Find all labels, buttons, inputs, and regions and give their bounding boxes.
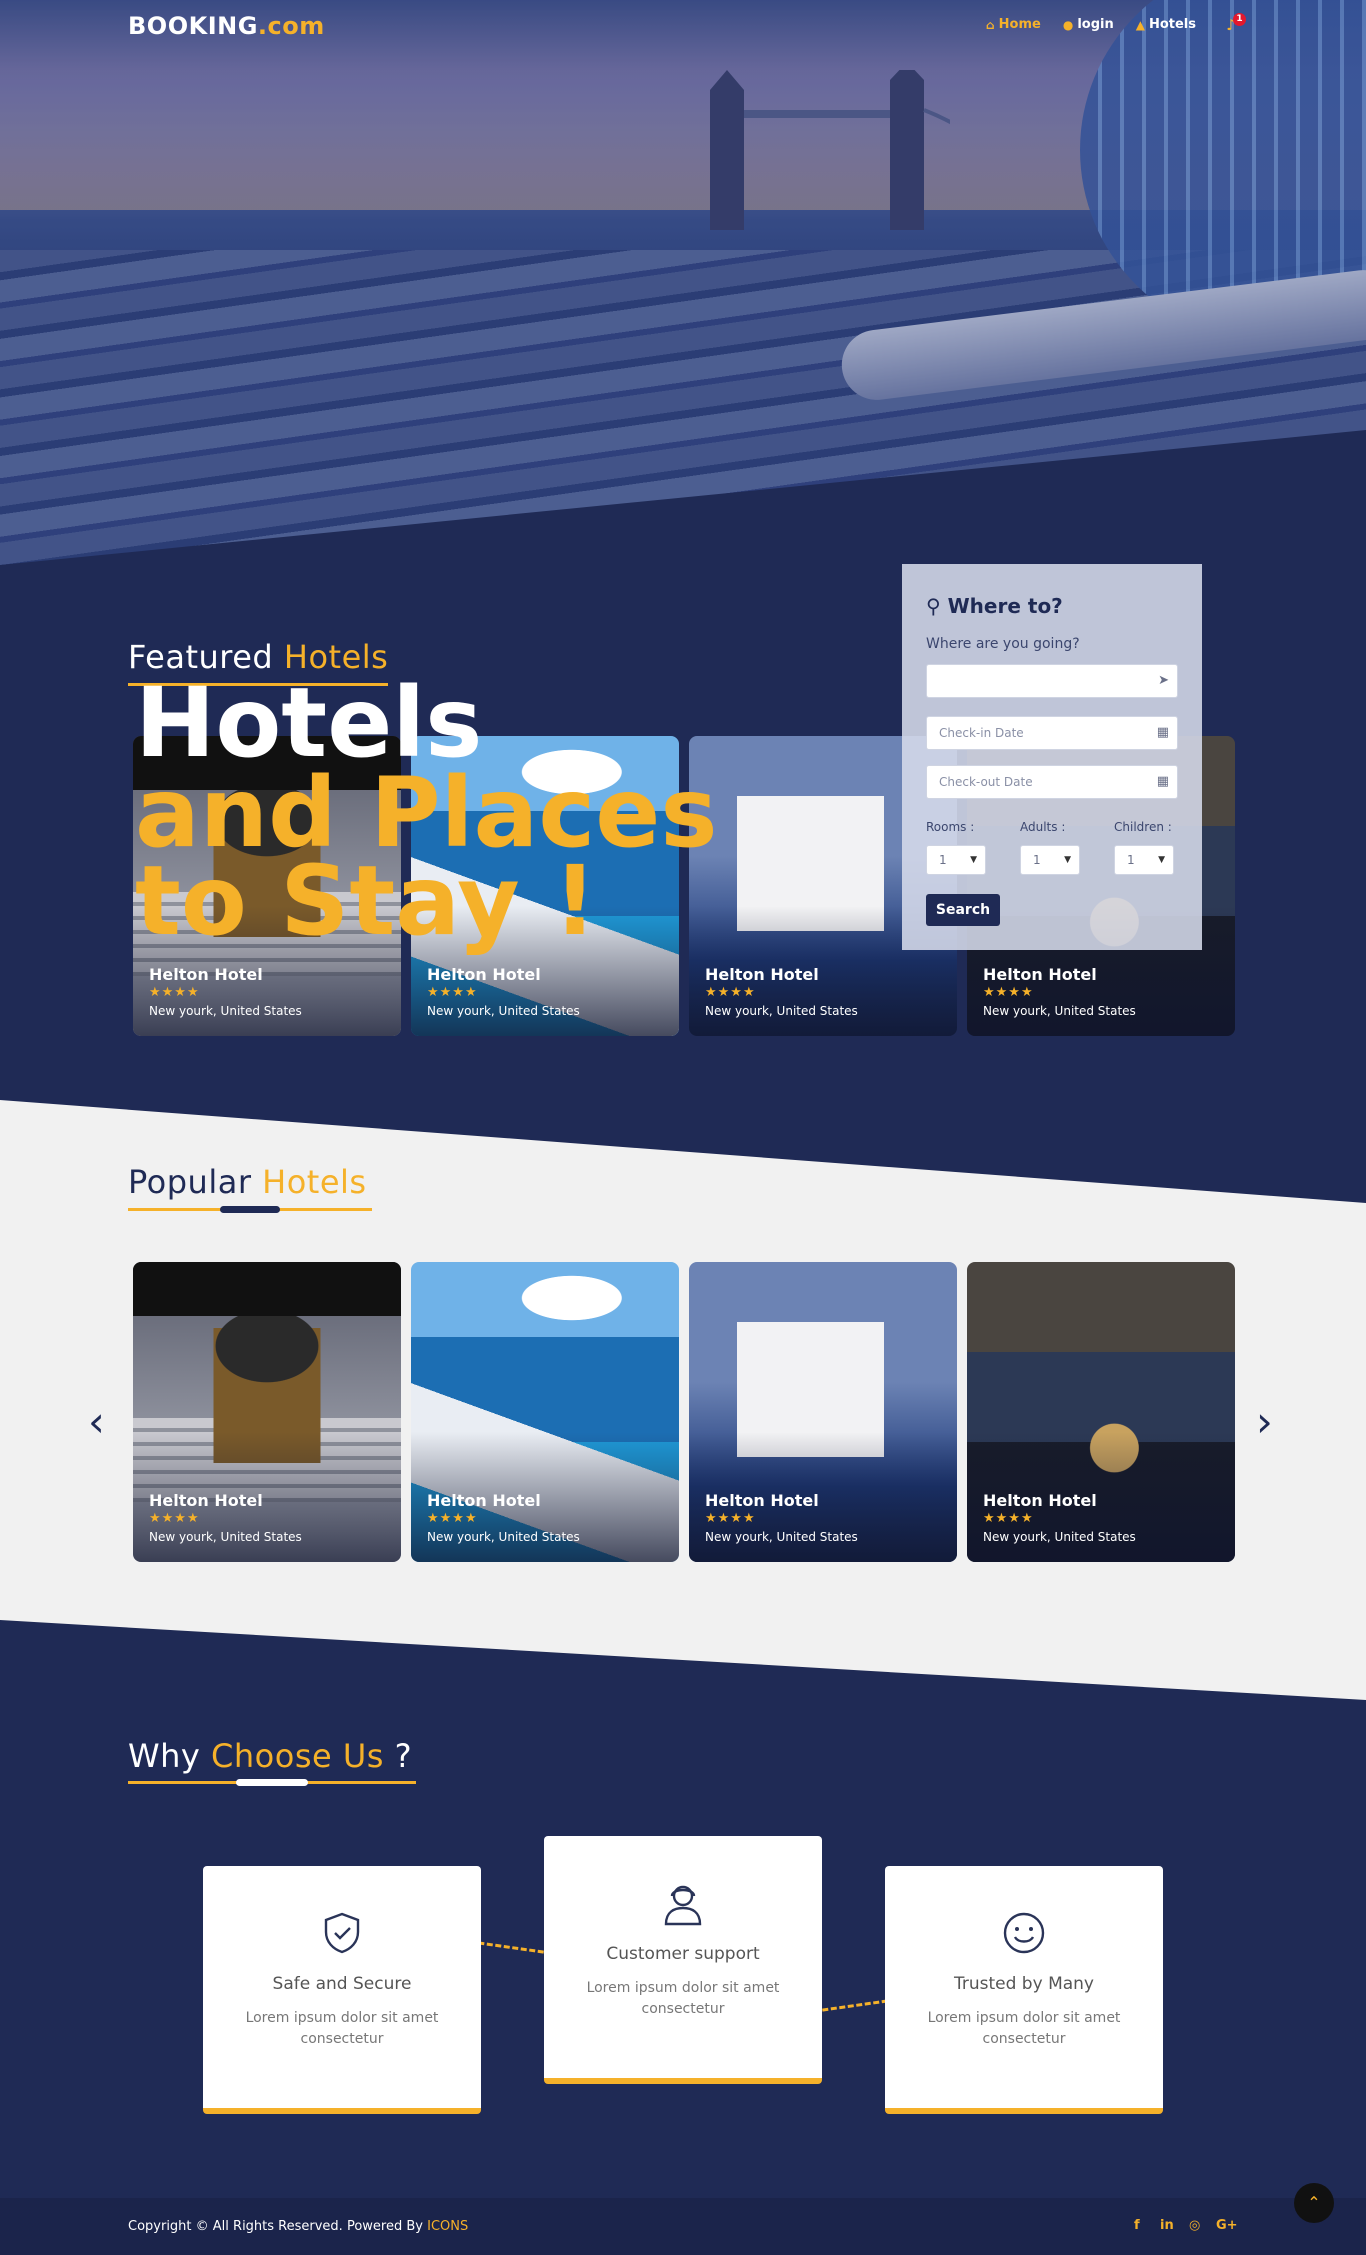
feature-card-trusted: Trusted by Many Lorem ipsum dolor sit am… (885, 1866, 1163, 2114)
rooms-select[interactable]: 1 ▼ (926, 845, 986, 875)
why-underline (128, 1779, 416, 1786)
caret-down-icon: ▼ (1064, 855, 1071, 865)
feature-desc: Lorem ipsum dolor sit amet consectetur (927, 2010, 1121, 2047)
rating-stars: ★★★★ (983, 985, 1034, 1000)
carousel-next-button[interactable]: › (1256, 1397, 1273, 1446)
hotel-name: Helton Hotel (149, 965, 263, 984)
chevron-up-icon: ⌃ (1307, 2193, 1321, 2212)
linkedin-icon[interactable]: in (1160, 2218, 1174, 2233)
why-title: Why Choose Us ? (128, 1737, 413, 1775)
hotel-name: Helton Hotel (983, 1491, 1097, 1510)
rating-stars: ★★★★ (149, 985, 200, 1000)
popular-card-1[interactable]: Helton Hotel ★★★★ New yourk, United Stat… (133, 1262, 401, 1562)
hotel-location: New yourk, United States (149, 1530, 302, 1544)
headset-user-icon (664, 1885, 702, 1926)
rating-stars: ★★★★ (983, 1511, 1034, 1526)
hotel-location: New yourk, United States (705, 1530, 858, 1544)
powered-by-link[interactable]: ICONS (427, 2219, 468, 2234)
feature-name: Customer support (606, 1944, 760, 1964)
copyright-text: Copyright © All Rights Reserved. Powered… (128, 2219, 469, 2234)
hotel-name: Helton Hotel (149, 1491, 263, 1510)
popular-card-2[interactable]: Helton Hotel ★★★★ New yourk, United Stat… (411, 1262, 679, 1562)
hotel-name: Helton Hotel (705, 965, 819, 984)
facebook-icon[interactable]: f (1134, 2218, 1140, 2233)
scroll-to-top-button[interactable]: ⌃ (1294, 2183, 1334, 2223)
rooms-label: Rooms : (926, 820, 975, 834)
search-button[interactable]: Search (926, 894, 1000, 926)
adults-label: Adults : (1020, 820, 1066, 834)
feature-name: Trusted by Many (953, 1974, 1094, 1994)
hero-headline-line3: to Stay ! (135, 845, 597, 957)
nav-hotels[interactable]: ▲ Hotels (1136, 17, 1196, 32)
rating-stars: ★★★★ (705, 1511, 756, 1526)
shield-check-icon (324, 1912, 360, 1954)
feature-name: Safe and Secure (272, 1974, 412, 1994)
hotel-location: New yourk, United States (149, 1004, 302, 1018)
nav-login[interactable]: ● login (1063, 17, 1114, 32)
hotel-location: New yourk, United States (983, 1530, 1136, 1544)
brand-logo[interactable]: BOOKING.com (128, 12, 325, 40)
feature-desc: Lorem ipsum dolor sit amet consectetur (586, 1980, 780, 2017)
hotel-name: Helton Hotel (427, 965, 541, 984)
rating-stars: ★★★★ (427, 1511, 478, 1526)
destination-label: Where are you going? (926, 636, 1080, 652)
feature-card-support: Customer support Lorem ipsum dolor sit a… (544, 1836, 822, 2084)
location-arrow-icon[interactable]: ➤ (1158, 665, 1169, 697)
feature-card-safe: Safe and Secure Lorem ipsum dolor sit am… (203, 1866, 481, 2114)
hotel-location: New yourk, United States (427, 1530, 580, 1544)
checkout-input[interactable]: Check-out Date ▦ (926, 765, 1178, 799)
search-icon: ⚲ (926, 594, 941, 618)
user-icon: ● (1062, 17, 1074, 32)
hotel-name: Helton Hotel (983, 965, 1097, 984)
hotel-icon: ▲ (1135, 17, 1145, 32)
hotel-location: New yourk, United States (983, 1004, 1136, 1018)
connector-line (822, 1999, 888, 2012)
popular-underline (128, 1206, 372, 1213)
connector-line (478, 1941, 544, 1954)
popular-title: Popular Hotels (128, 1163, 367, 1201)
hotel-location: New yourk, United States (427, 1004, 580, 1018)
rating-stars: ★★★★ (705, 985, 756, 1000)
instagram-icon[interactable]: ◎ (1189, 2218, 1200, 2233)
carousel-prev-button[interactable]: ‹ (88, 1397, 105, 1446)
caret-down-icon: ▼ (970, 855, 977, 865)
rating-stars: ★★★★ (427, 985, 478, 1000)
popular-card-4[interactable]: Helton Hotel ★★★★ New yourk, United Stat… (967, 1262, 1235, 1562)
hotel-name: Helton Hotel (705, 1491, 819, 1510)
calendar-icon: ▦ (1156, 774, 1169, 789)
search-title: ⚲ Where to? (926, 594, 1063, 618)
rating-stars: ★★★★ (149, 1511, 200, 1526)
popular-card-3[interactable]: Helton Hotel ★★★★ New yourk, United Stat… (689, 1262, 957, 1562)
children-select[interactable]: 1 ▼ (1114, 845, 1174, 875)
smiley-icon (1003, 1912, 1045, 1954)
feature-desc: Lorem ipsum dolor sit amet consectetur (245, 2010, 439, 2047)
calendar-icon: ▦ (1156, 725, 1169, 740)
hotel-location: New yourk, United States (705, 1004, 858, 1018)
notification-badge: 1 (1233, 13, 1246, 26)
google-plus-icon[interactable]: G+ (1216, 2218, 1238, 2233)
children-label: Children : (1114, 820, 1172, 834)
home-icon: ⌂ (986, 17, 995, 32)
destination-input[interactable]: ➤ (926, 664, 1178, 698)
hotel-name: Helton Hotel (427, 1491, 541, 1510)
main-nav: ⌂ Home ● login ▲ Hotels (986, 17, 1196, 32)
hero-image (0, 0, 1366, 580)
adults-select[interactable]: 1 ▼ (1020, 845, 1080, 875)
search-panel: ⚲ Where to? Where are you going? ➤ Check… (902, 564, 1202, 950)
caret-down-icon: ▼ (1158, 855, 1165, 865)
nav-home[interactable]: ⌂ Home (986, 17, 1041, 32)
checkin-input[interactable]: Check-in Date ▦ (926, 716, 1178, 750)
